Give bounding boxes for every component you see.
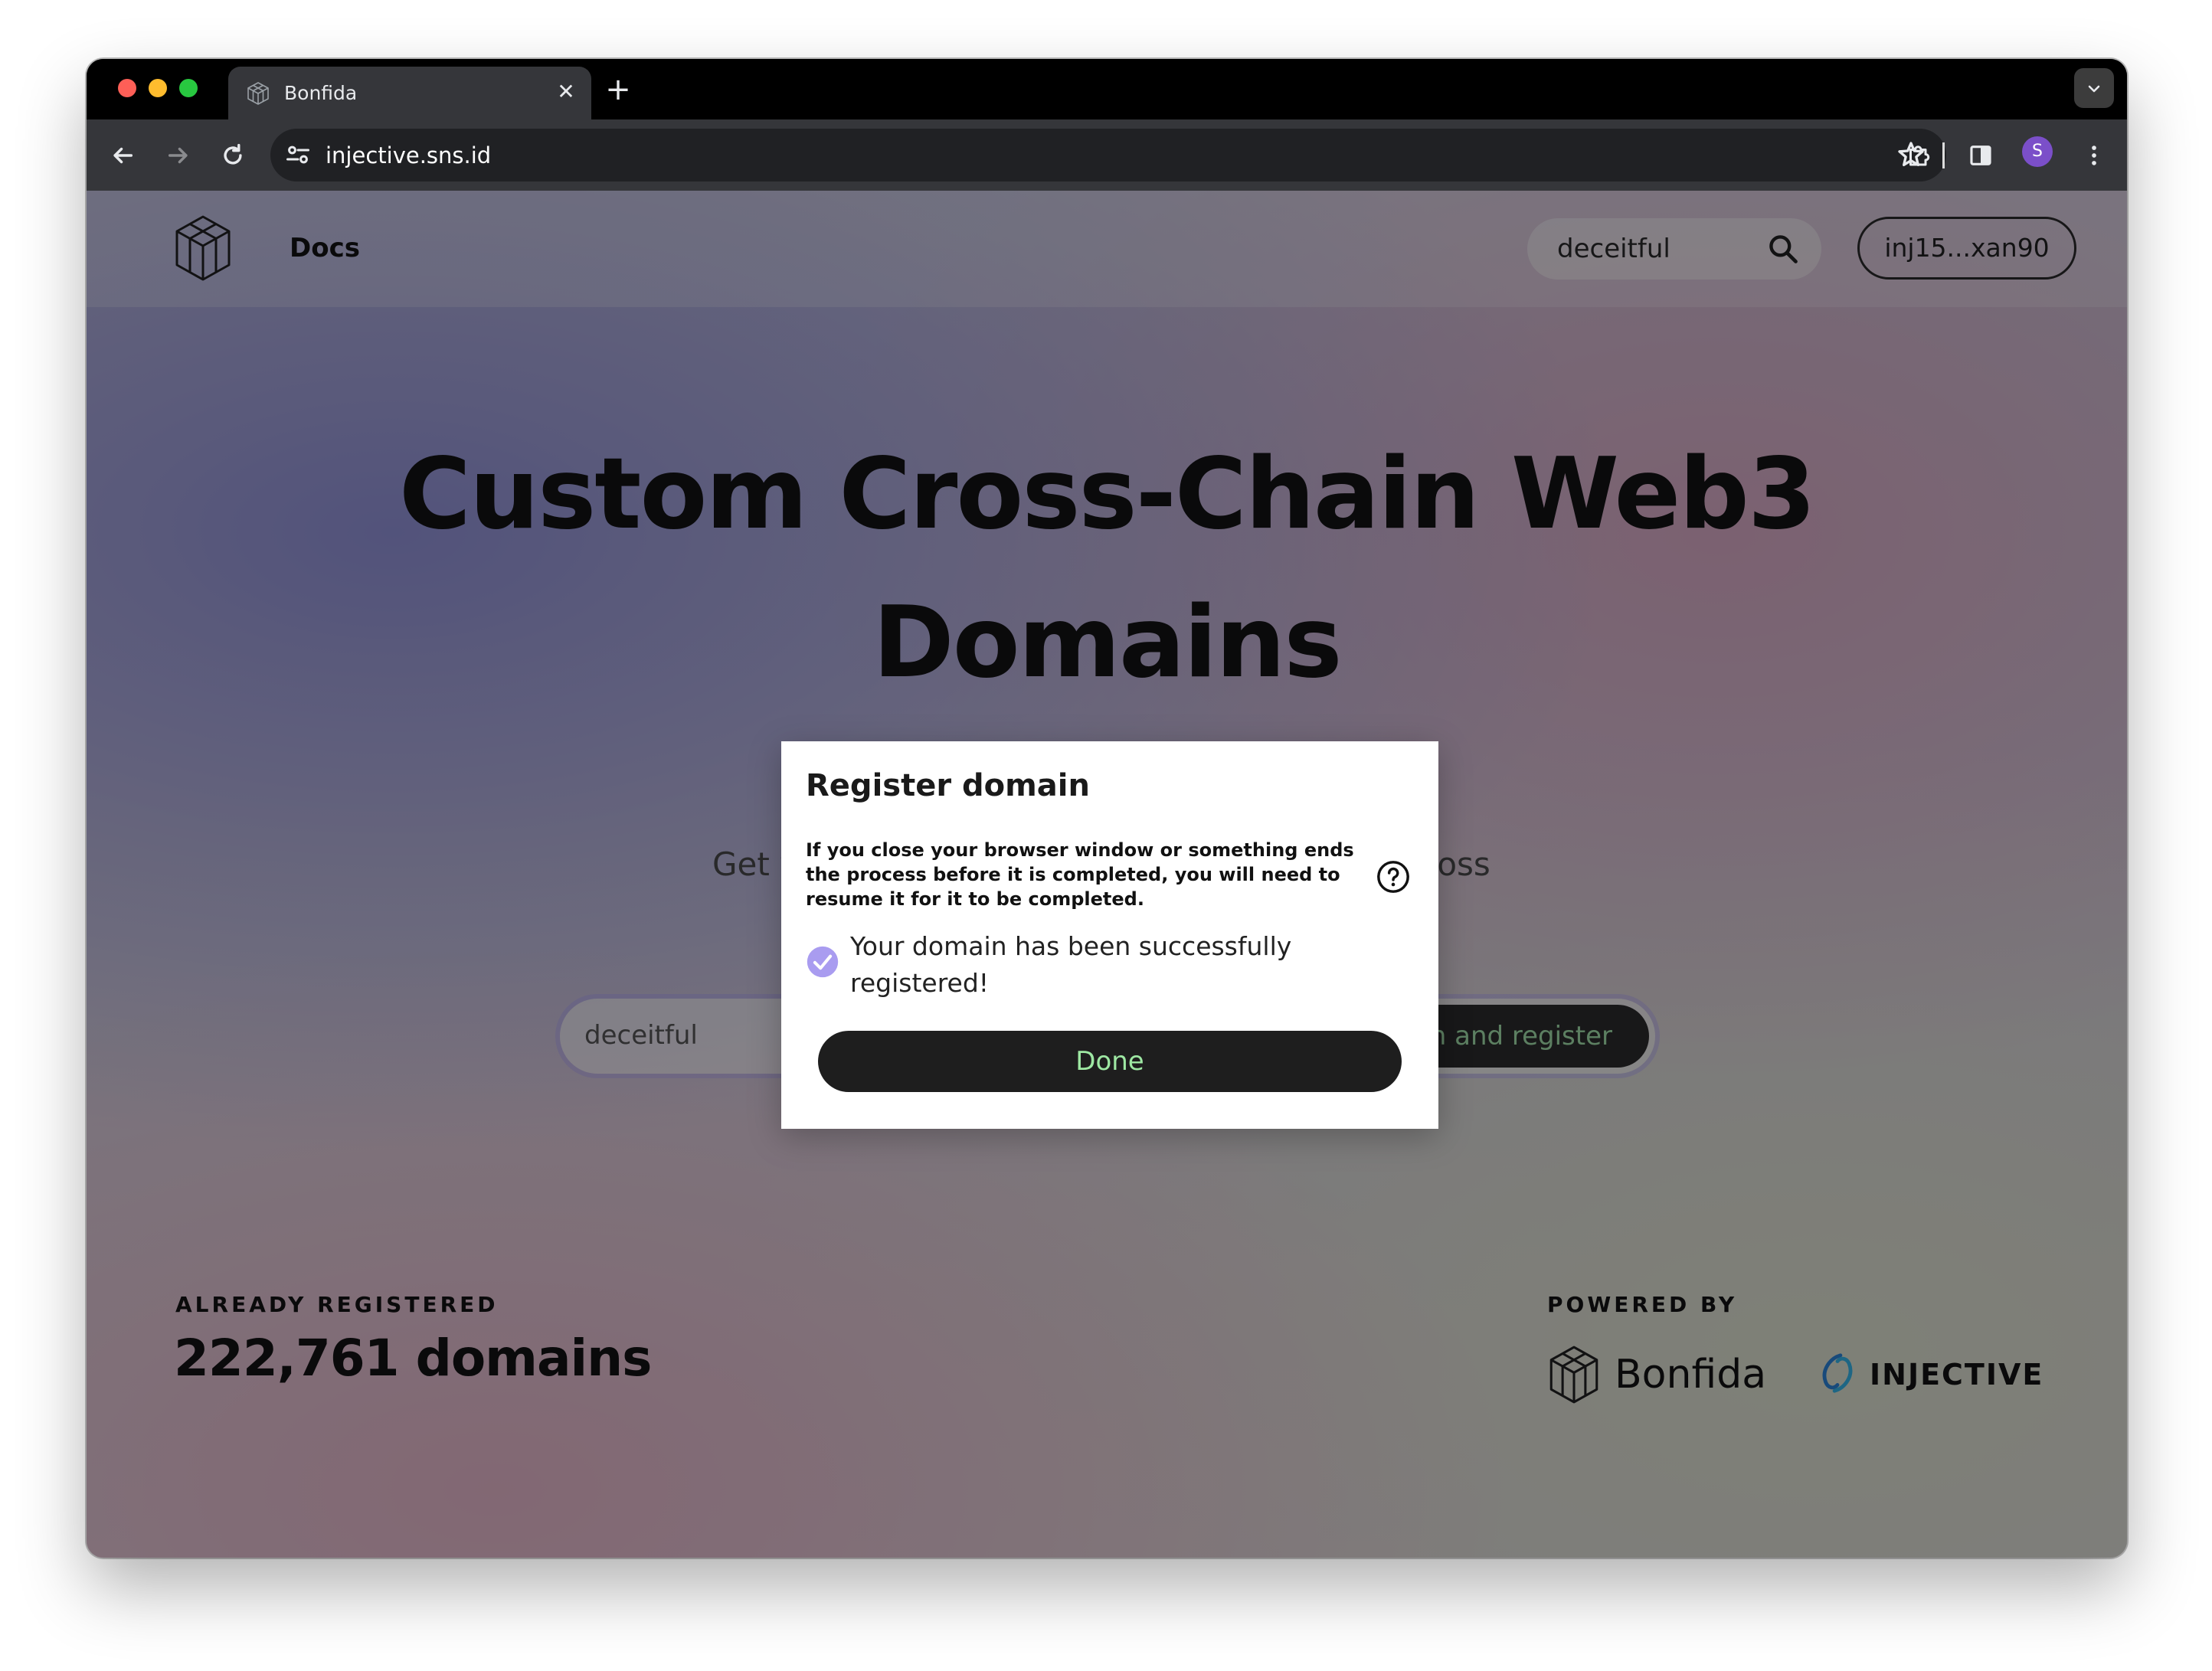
modal-title: Register domain	[806, 768, 1090, 803]
extensions-button[interactable]	[1901, 138, 1936, 173]
more-vertical-icon	[2092, 146, 2096, 165]
register-domain-modal: Register domain If you close your browse…	[781, 741, 1438, 1129]
reload-icon	[224, 143, 242, 165]
toolbar-separator	[1942, 142, 1945, 168]
puzzle-icon	[1909, 146, 1930, 166]
browser-menu-button[interactable]	[2076, 138, 2112, 173]
done-button[interactable]: Done	[818, 1031, 1402, 1092]
tab-close-icon[interactable]: ✕	[553, 77, 579, 107]
reload-button[interactable]	[215, 138, 250, 173]
close-window-button[interactable]	[118, 79, 136, 97]
side-panel-icon	[1970, 146, 1991, 165]
profile-avatar[interactable]: S	[2022, 136, 2053, 167]
modal-warning-text: If you close your browser window or some…	[806, 839, 1354, 910]
browser-window: Bonfida ✕ + injective.sns.id S Docs dece…	[87, 59, 2127, 1558]
forward-button[interactable]	[161, 138, 196, 173]
browser-tab[interactable]: Bonfida ✕	[228, 67, 591, 119]
arrow-left-icon	[113, 147, 133, 164]
address-bar[interactable]: injective.sns.id	[270, 129, 1946, 181]
arrow-right-icon	[168, 147, 188, 164]
help-icon[interactable]	[1376, 859, 1411, 894]
new-tab-button[interactable]: +	[601, 73, 635, 106]
browser-toolbar: injective.sns.id S	[87, 119, 2127, 191]
tab-search-button[interactable]	[2074, 68, 2114, 108]
maximize-window-button[interactable]	[179, 79, 198, 97]
back-button[interactable]	[105, 138, 140, 173]
minimize-window-button[interactable]	[149, 79, 167, 97]
web-page: Docs deceitful inj15...xan90 Custom Cros…	[87, 191, 2127, 1558]
bonfida-favicon-icon	[247, 82, 269, 105]
url-text[interactable]: injective.sns.id	[326, 141, 491, 170]
side-panel-button[interactable]	[1963, 138, 1998, 173]
success-check-icon	[807, 946, 839, 978]
success-message: Your domain has been successfully regist…	[850, 931, 1292, 998]
tab-strip: Bonfida ✕ +	[87, 59, 2127, 119]
site-settings-icon[interactable]	[284, 141, 312, 168]
tab-title: Bonfida	[284, 82, 358, 104]
chevron-down-icon	[2088, 85, 2100, 92]
